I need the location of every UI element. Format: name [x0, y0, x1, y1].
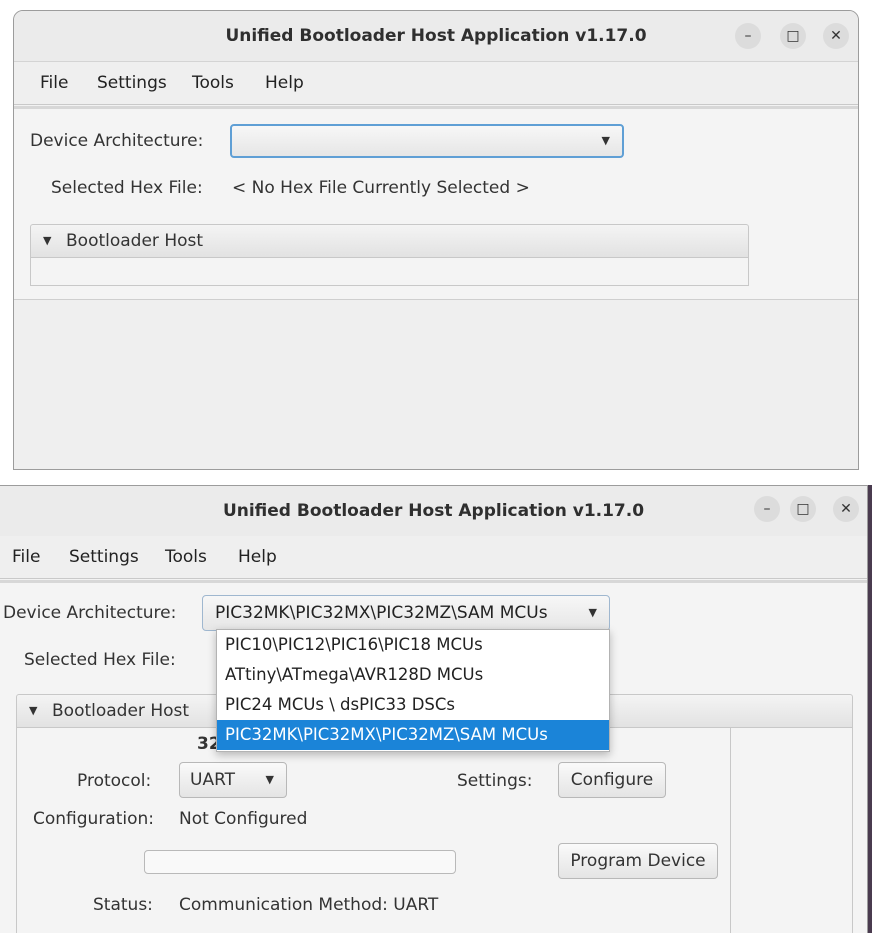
device-architecture-combo[interactable]: PIC32MK\PIC32MX\PIC32MZ\SAM MCUs ▼	[202, 595, 610, 631]
menu-help[interactable]: Help	[265, 62, 304, 104]
menu-file[interactable]: File	[12, 536, 40, 578]
status-value: Communication Method: UART	[179, 895, 439, 915]
minimize-icon[interactable]: –	[735, 23, 761, 49]
progress-bar	[144, 850, 456, 874]
maximize-icon[interactable]: □	[780, 23, 806, 49]
menu-bar: File Settings Tools Help	[0, 536, 867, 583]
dropdown-option-pic24-dspic33[interactable]: PIC24 MCUs \ dsPIC33 DSCs	[217, 690, 609, 720]
triangle-down-icon: ▼	[29, 704, 38, 717]
dropdown-option-attiny-avr[interactable]: ATtiny\ATmega\AVR128D MCUs	[217, 660, 609, 690]
protocol-label: Protocol:	[77, 771, 152, 791]
configuration-value: Not Configured	[179, 809, 308, 829]
menu-tools[interactable]: Tools	[192, 62, 234, 104]
protocol-value: UART	[190, 770, 236, 790]
selected-hex-file-label: Selected Hex File:	[24, 650, 176, 670]
configure-button[interactable]: Configure	[558, 762, 666, 798]
menu-help[interactable]: Help	[238, 536, 277, 578]
settings-label: Settings:	[457, 771, 533, 791]
device-architecture-dropdown: PIC10\PIC12\PIC16\PIC18 MCUs ATtiny\ATme…	[216, 629, 610, 752]
window-title: Unified Bootloader Host Application v1.1…	[222, 501, 645, 521]
selected-hex-file-label: Selected Hex File:	[51, 178, 203, 198]
minimize-icon[interactable]: –	[754, 496, 780, 522]
top-app-window: Unified Bootloader Host Application v1.1…	[13, 10, 859, 470]
empty-area	[14, 300, 858, 469]
main-content: Device Architecture: PIC32MK\PIC32MX\PIC…	[0, 583, 867, 933]
menu-settings[interactable]: Settings	[69, 536, 139, 578]
protocol-combo[interactable]: UART ▼	[179, 762, 287, 798]
device-architecture-label: Device Architecture:	[3, 603, 177, 623]
maximize-icon[interactable]: □	[790, 496, 816, 522]
bootloader-host-panel-body: 32 Protocol: UART ▼ Settings: Configure …	[16, 727, 853, 933]
main-content: Device Architecture: ▼ Selected Hex File…	[14, 109, 858, 300]
combo-value: PIC32MK\PIC32MX\PIC32MZ\SAM MCUs	[215, 603, 548, 623]
chevron-down-icon: ▼	[265, 773, 274, 786]
panel-title: Bootloader Host	[52, 701, 190, 721]
selected-hex-file-value: < No Hex File Currently Selected >	[232, 178, 530, 198]
close-icon[interactable]: ✕	[833, 496, 859, 522]
close-icon[interactable]: ✕	[823, 23, 849, 49]
program-device-button[interactable]: Program Device	[558, 843, 718, 879]
panel-inner-divider	[730, 728, 731, 933]
bottom-app-window: Unified Bootloader Host Application v1.1…	[0, 485, 868, 933]
configuration-label: Configuration:	[33, 809, 155, 829]
title-bar[interactable]: Unified Bootloader Host Application v1.1…	[14, 11, 858, 62]
dropdown-option-pic10-pic18[interactable]: PIC10\PIC12\PIC16\PIC18 MCUs	[217, 630, 609, 660]
bootloader-host-panel-header[interactable]: ▼ Bootloader Host	[30, 224, 749, 258]
menu-settings[interactable]: Settings	[97, 62, 167, 104]
chevron-down-icon: ▼	[601, 134, 610, 147]
device-architecture-combo[interactable]: ▼	[230, 124, 624, 158]
triangle-down-icon: ▼	[43, 234, 52, 247]
menu-file[interactable]: File	[40, 62, 68, 104]
menu-bar: File Settings Tools Help	[14, 62, 858, 109]
menu-tools[interactable]: Tools	[165, 536, 207, 578]
chevron-down-icon: ▼	[588, 606, 597, 619]
bootloader-host-panel-body	[30, 257, 749, 286]
panel-title: Bootloader Host	[66, 231, 204, 251]
desktop-edge	[868, 485, 872, 933]
window-title: Unified Bootloader Host Application v1.1…	[225, 26, 647, 46]
device-architecture-label: Device Architecture:	[30, 131, 204, 151]
status-label: Status:	[93, 895, 153, 915]
title-bar[interactable]: Unified Bootloader Host Application v1.1…	[0, 486, 867, 537]
dropdown-option-pic32-sam[interactable]: PIC32MK\PIC32MX\PIC32MZ\SAM MCUs	[217, 720, 609, 750]
